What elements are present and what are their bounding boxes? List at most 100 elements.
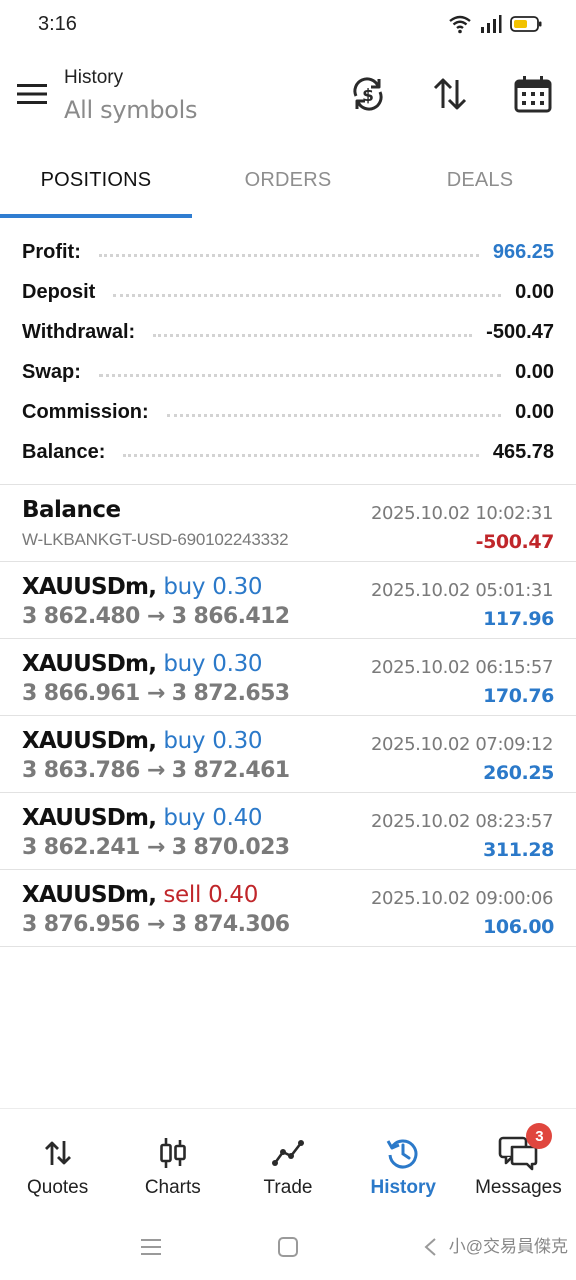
sort-button[interactable] [428, 74, 472, 118]
recents-button[interactable] [136, 1234, 166, 1264]
operation-title: Balance [22, 497, 121, 523]
position-prices: 3 862.480 → 3 866.412 [22, 604, 290, 629]
summary-withdrawal-row: Withdrawal: -500.47 [22, 312, 554, 352]
messages-icon: 3 [498, 1123, 553, 1171]
position-row[interactable]: XAUUSDm, buy 0.30 3 862.480 → 3 866.412 … [0, 562, 576, 639]
currency-sync-icon: $ [348, 74, 388, 119]
messages-badge: 3 [526, 1123, 553, 1149]
position-profit: 106.00 [483, 916, 554, 938]
symbol-filter[interactable]: All symbols [64, 96, 198, 124]
position-direction: sell 0.40 [163, 882, 259, 908]
sort-icon [430, 74, 470, 119]
nav-history[interactable]: History [346, 1109, 461, 1218]
position-time: 2025.10.02 09:00:06 [370, 888, 553, 909]
tab-positions[interactable]: POSITIONS [0, 156, 192, 218]
home-icon [277, 1236, 299, 1263]
history-summary: Profit: 966.25 Deposit 0.00 Withdrawal: … [22, 232, 554, 472]
currency-sync-button[interactable]: $ [346, 74, 390, 118]
position-symbol: XAUUSDm, [22, 574, 157, 600]
position-prices: 3 866.961 → 3 872.653 [22, 681, 290, 706]
position-row[interactable]: XAUUSDm, buy 0.30 3 866.961 → 3 872.653 … [0, 639, 576, 716]
nav-label: Quotes [26, 1177, 89, 1198]
position-symbol: XAUUSDm, [22, 728, 157, 754]
nav-charts[interactable]: Charts [115, 1109, 230, 1218]
summary-balance-value: 465.78 [492, 440, 554, 463]
battery-icon [510, 14, 542, 39]
summary-label: Commission: [22, 400, 149, 423]
svg-text:$: $ [362, 86, 374, 106]
dotted-leader [166, 413, 502, 417]
summary-profit-value: 966.25 [492, 240, 554, 263]
summary-withdrawal-value: -500.47 [486, 320, 554, 343]
history-icon [383, 1135, 423, 1171]
system-nav-bar: 小@交易員傑克 [0, 1220, 576, 1280]
operation-amount: -500.47 [475, 531, 555, 553]
summary-profit-row: Profit: 966.25 [22, 232, 554, 272]
history-tabs: POSITIONS ORDERS DEALS [0, 156, 576, 218]
position-profit: 117.96 [483, 608, 554, 630]
summary-deposit-row: Deposit 0.00 [22, 272, 554, 312]
dotted-leader [123, 453, 479, 457]
summary-balance-row: Balance: 465.78 [22, 432, 554, 472]
dotted-leader [153, 333, 473, 337]
watermark: 小@交易員傑克 [448, 1237, 568, 1256]
calendar-icon [513, 74, 553, 119]
nav-label: Charts [144, 1177, 201, 1198]
back-button[interactable] [416, 1234, 446, 1264]
position-profit: 311.28 [483, 839, 554, 861]
charts-icon [153, 1135, 193, 1171]
operation-time: 2025.10.02 10:02:31 [370, 503, 553, 524]
home-button[interactable] [273, 1234, 303, 1264]
position-profit: 260.25 [483, 762, 554, 784]
signal-icon [480, 14, 502, 39]
quotes-icon [38, 1135, 78, 1171]
position-prices: 3 876.956 → 3 874.306 [22, 912, 290, 937]
position-title: XAUUSDm, buy 0.40 [22, 805, 263, 831]
position-time: 2025.10.02 06:15:57 [370, 657, 553, 678]
status-time: 3:16 [38, 13, 77, 35]
menu-button[interactable] [14, 78, 50, 114]
page-title: History [64, 67, 124, 88]
history-list: Balance W-LKBANKGT-USD-690102243332 2025… [0, 484, 576, 947]
position-row[interactable]: XAUUSDm, buy 0.30 3 863.786 → 3 872.461 … [0, 716, 576, 793]
nav-label: Trade [263, 1177, 313, 1198]
position-profit: 170.76 [483, 685, 554, 707]
app-header: History All symbols $ [0, 56, 576, 146]
position-title: XAUUSDm, sell 0.40 [22, 882, 258, 908]
dotted-leader [98, 253, 479, 257]
position-symbol: XAUUSDm, [22, 651, 157, 677]
position-time: 2025.10.02 08:23:57 [370, 811, 553, 832]
position-prices: 3 862.241 → 3 870.023 [22, 835, 290, 860]
dotted-leader [98, 373, 502, 377]
calendar-button[interactable] [511, 74, 555, 118]
position-row[interactable]: XAUUSDm, sell 0.40 3 876.956 → 3 874.306… [0, 870, 576, 947]
summary-label: Profit: [22, 240, 81, 263]
position-title: XAUUSDm, buy 0.30 [22, 728, 263, 754]
tab-orders[interactable]: ORDERS [192, 156, 384, 218]
status-icons [448, 14, 542, 39]
nav-label: Messages [475, 1177, 562, 1198]
summary-commission-value: 0.00 [515, 400, 554, 423]
position-time: 2025.10.02 05:01:31 [370, 580, 553, 601]
trade-icon [268, 1135, 308, 1171]
position-row[interactable]: XAUUSDm, buy 0.40 3 862.241 → 3 870.023 … [0, 793, 576, 870]
tab-deals[interactable]: DEALS [384, 156, 576, 218]
summary-label: Deposit [22, 280, 96, 303]
dotted-leader [113, 293, 502, 297]
nav-messages[interactable]: 3 Messages [461, 1109, 576, 1218]
recents-icon [140, 1236, 162, 1263]
position-direction: buy 0.40 [163, 805, 263, 831]
nav-trade[interactable]: Trade [230, 1109, 345, 1218]
position-time: 2025.10.02 07:09:12 [370, 734, 553, 755]
position-direction: buy 0.30 [163, 728, 263, 754]
position-title: XAUUSDm, buy 0.30 [22, 651, 263, 677]
menu-icon [17, 82, 47, 111]
nav-quotes[interactable]: Quotes [0, 1109, 115, 1218]
position-direction: buy 0.30 [163, 651, 263, 677]
summary-label: Balance: [22, 440, 106, 463]
balance-operation-row[interactable]: Balance W-LKBANKGT-USD-690102243332 2025… [0, 485, 576, 562]
position-title: XAUUSDm, buy 0.30 [22, 574, 263, 600]
nav-label: History [370, 1177, 436, 1198]
wifi-icon [448, 14, 472, 39]
summary-swap-row: Swap: 0.00 [22, 352, 554, 392]
